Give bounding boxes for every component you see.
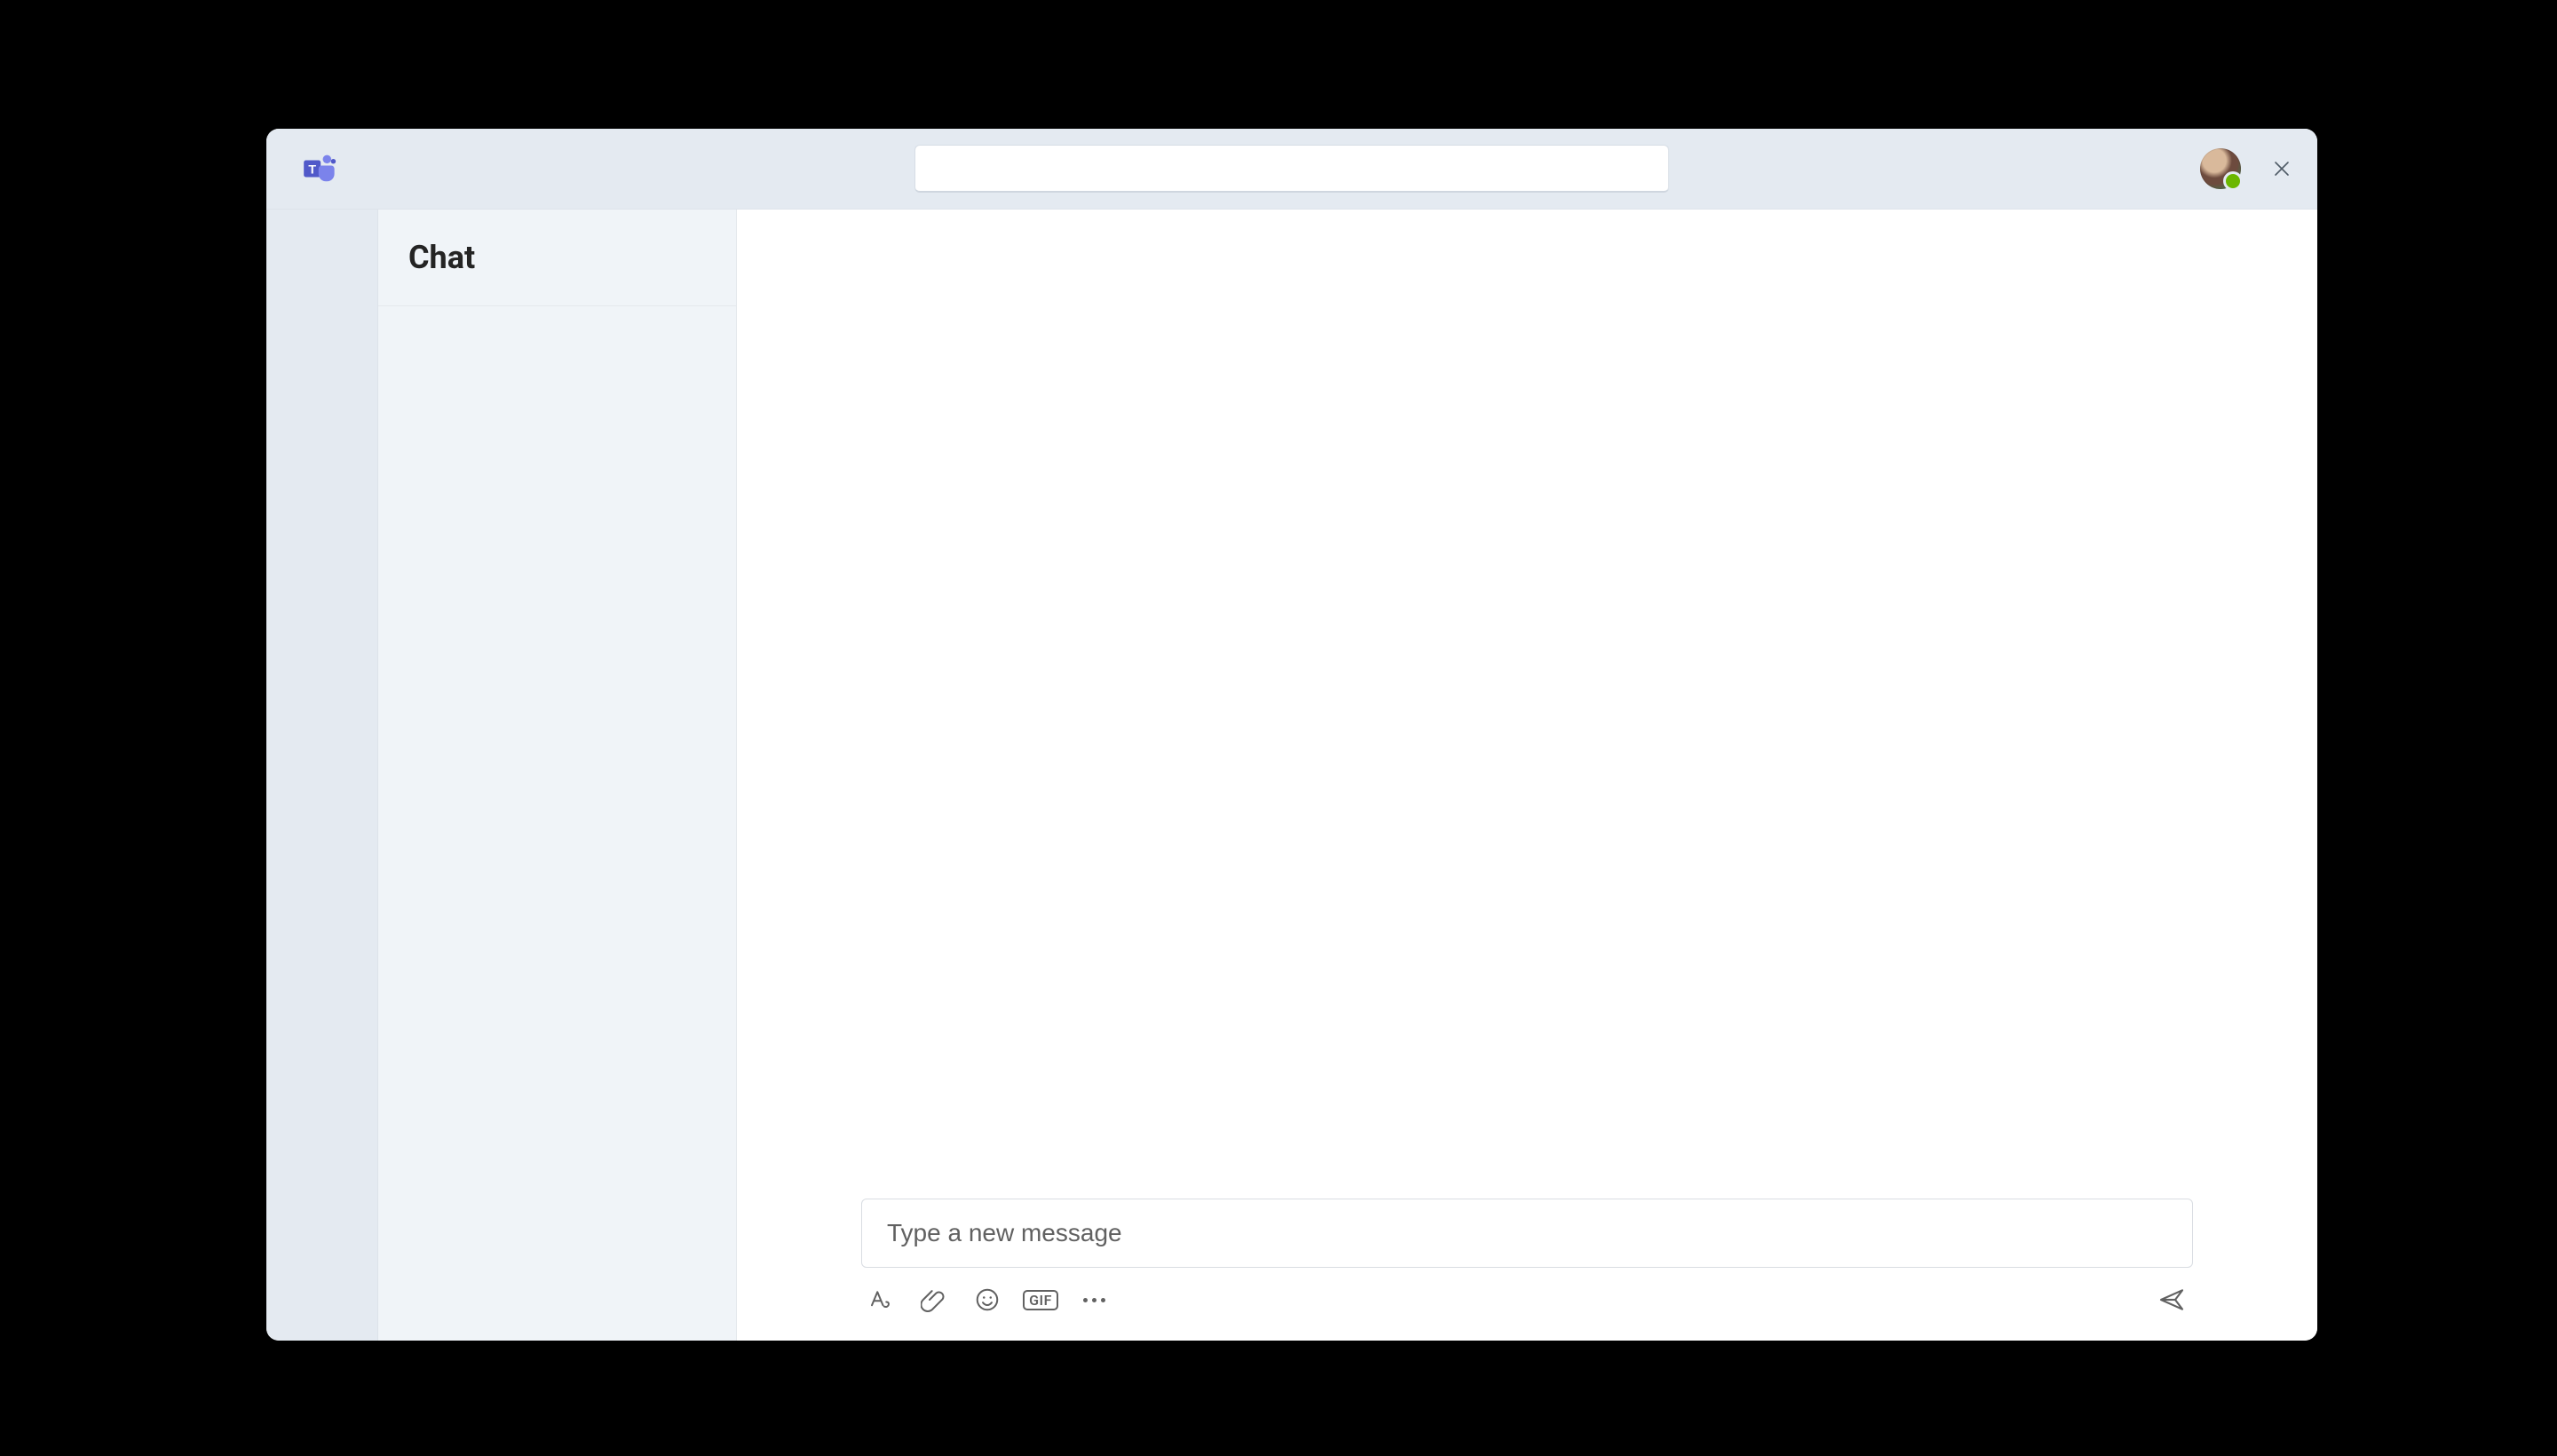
conversation-list-panel: Chat <box>378 210 737 1341</box>
composer: GIF <box>737 1199 2317 1341</box>
close-button[interactable] <box>2266 153 2298 185</box>
teams-logo-icon: T <box>302 151 337 186</box>
more-options-icon <box>1083 1298 1105 1302</box>
message-input[interactable] <box>885 1218 2169 1248</box>
chat-main-area: GIF <box>737 210 2317 1341</box>
conversation-list-header: Chat <box>378 210 736 306</box>
teams-window: T <box>266 129 2317 1341</box>
more-options-button[interactable] <box>1080 1286 1108 1314</box>
gif-icon: GIF <box>1023 1290 1058 1310</box>
conversation-list-title: Chat <box>408 239 475 276</box>
send-button[interactable] <box>2156 1284 2188 1316</box>
send-icon <box>2157 1286 2186 1314</box>
search-bar[interactable] <box>914 145 1669 193</box>
gif-button[interactable]: GIF <box>1026 1286 1055 1314</box>
svg-text:T: T <box>308 162 316 177</box>
presence-badge-available <box>2223 171 2243 191</box>
compose-toolbar: GIF <box>861 1268 2193 1316</box>
emoji-button[interactable] <box>973 1286 1001 1314</box>
app-rail <box>266 210 378 1341</box>
compose-box[interactable] <box>861 1199 2193 1268</box>
message-list <box>737 210 2317 1199</box>
attachment-button[interactable] <box>920 1286 948 1314</box>
format-text-icon <box>867 1286 894 1313</box>
search-input[interactable] <box>914 145 1669 193</box>
format-text-button[interactable] <box>867 1286 895 1314</box>
title-bar: T <box>266 129 2317 210</box>
profile-avatar[interactable] <box>2200 148 2241 189</box>
attachment-icon <box>921 1286 947 1313</box>
close-icon <box>2271 158 2292 179</box>
app-body: Chat <box>266 210 2317 1341</box>
emoji-icon <box>974 1286 1001 1313</box>
